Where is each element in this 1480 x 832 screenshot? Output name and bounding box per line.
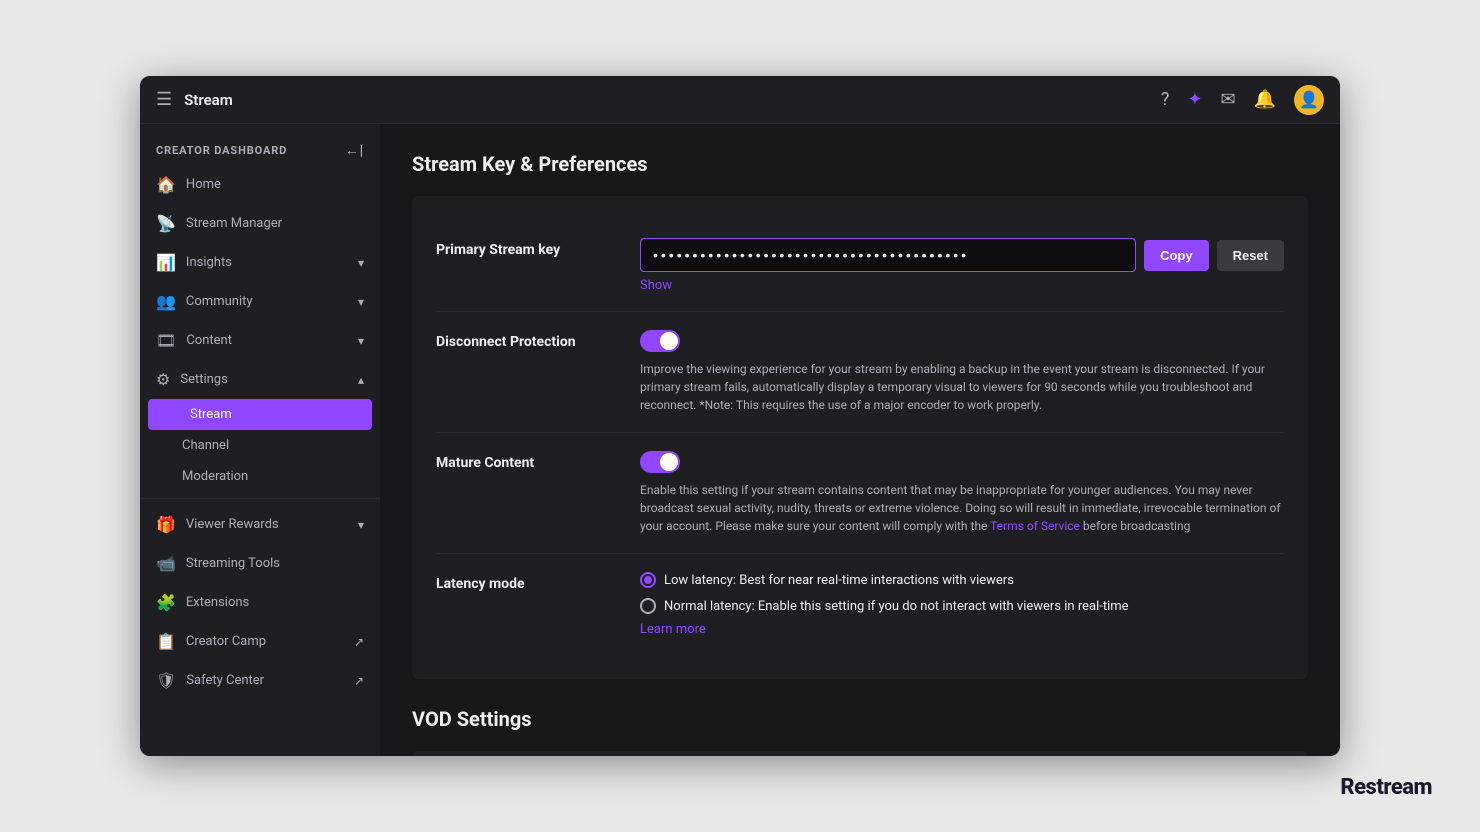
creator-camp-icon: 📋 <box>156 632 176 651</box>
normal-latency-radio[interactable] <box>640 598 656 614</box>
mature-content-label: Mature Content <box>436 451 616 471</box>
community-icon: 👥 <box>156 292 176 311</box>
crown-icon[interactable]: ✦ <box>1187 89 1202 110</box>
chevron-down-icon: ▾ <box>358 295 364 309</box>
stream-manager-icon: 📡 <box>156 214 176 233</box>
settings-icon: ⚙ <box>156 370 170 389</box>
disconnect-protection-toggle[interactable] <box>640 330 680 352</box>
menu-icon[interactable]: ☰ <box>156 89 172 110</box>
latency-radio-group: Low latency: Best for near real-time int… <box>640 572 1284 614</box>
disconnect-protection-label: Disconnect Protection <box>436 330 616 350</box>
collapse-icon[interactable]: ←| <box>345 142 364 159</box>
main-area: CREATOR DASHBOARD ←| 🏠 Home 📡 Stream Man… <box>140 124 1340 756</box>
sidebar-item-creator-camp[interactable]: 📋 Creator Camp ↗ <box>140 622 380 661</box>
external-link-icon: ↗ <box>354 635 364 649</box>
stream-key-card: Primary Stream key Copy Reset Show Disco… <box>412 196 1308 679</box>
sidebar-sub-item-moderation[interactable]: Moderation <box>140 461 380 492</box>
stream-key-row: Copy Reset <box>640 238 1284 272</box>
safety-center-icon: 🛡 <box>156 671 176 690</box>
sidebar-item-extensions[interactable]: 🧩 Extensions <box>140 583 380 622</box>
header-icons: ? ✦ ✉ 🔔 👤 <box>1161 85 1324 115</box>
sidebar-item-safety-center[interactable]: 🛡 Safety Center ↗ <box>140 661 380 700</box>
content-area: Stream Key & Preferences Primary Stream … <box>380 124 1340 756</box>
normal-latency-option[interactable]: Normal latency: Enable this setting if y… <box>640 598 1284 614</box>
sidebar-item-stream-manager[interactable]: 📡 Stream Manager <box>140 204 380 243</box>
sidebar-item-viewer-rewards[interactable]: 🎁 Viewer Rewards ▾ <box>140 505 380 544</box>
app-window: ☰ Stream ? ✦ ✉ 🔔 👤 CREATOR DASHBOARD ←| … <box>140 76 1340 756</box>
external-link-icon: ↗ <box>354 674 364 688</box>
home-icon: 🏠 <box>156 175 176 194</box>
disconnect-protection-row: Disconnect Protection Improve the viewin… <box>436 312 1284 433</box>
primary-stream-key-label: Primary Stream key <box>436 238 616 258</box>
disconnect-toggle-row <box>640 330 1284 352</box>
reset-button[interactable]: Reset <box>1217 240 1284 271</box>
extensions-icon: 🧩 <box>156 593 176 612</box>
show-link[interactable]: Show <box>640 278 672 293</box>
mature-content-toggle[interactable] <box>640 451 680 473</box>
sidebar-item-content[interactable]: 🎞 Content ▾ <box>140 321 380 360</box>
disconnect-protection-control: Improve the viewing experience for your … <box>640 330 1284 414</box>
low-latency-option[interactable]: Low latency: Best for near real-time int… <box>640 572 1284 588</box>
sidebar-sub-item-channel[interactable]: Channel <box>140 430 380 461</box>
sidebar-item-streaming-tools[interactable]: 📹 Streaming Tools <box>140 544 380 583</box>
stream-key-section-title: Stream Key & Preferences <box>412 152 1308 176</box>
titlebar: ☰ Stream ? ✦ ✉ 🔔 👤 <box>140 76 1340 124</box>
sidebar-item-settings[interactable]: ⚙ Settings ▴ <box>140 360 380 399</box>
bell-icon[interactable]: 🔔 <box>1254 89 1276 110</box>
primary-stream-key-control: Copy Reset Show <box>640 238 1284 293</box>
mail-icon[interactable]: ✉ <box>1220 89 1235 110</box>
content-icon: 🎞 <box>156 331 176 350</box>
sidebar-item-home[interactable]: 🏠 Home <box>140 165 380 204</box>
sidebar-item-insights[interactable]: 📊 Insights ▾ <box>140 243 380 282</box>
mature-content-control: Enable this setting if your stream conta… <box>640 451 1284 535</box>
latency-mode-control: Low latency: Best for near real-time int… <box>640 572 1284 637</box>
stream-key-input[interactable] <box>640 238 1136 272</box>
chevron-down-icon: ▾ <box>358 518 364 532</box>
latency-mode-label: Latency mode <box>436 572 616 592</box>
latency-mode-row: Latency mode Low latency: Best for near … <box>436 554 1284 655</box>
learn-more-link[interactable]: Learn more <box>640 622 706 637</box>
viewer-rewards-icon: 🎁 <box>156 515 176 534</box>
mature-content-desc: Enable this setting if your stream conta… <box>640 481 1284 535</box>
restream-label: Restream <box>1340 775 1432 800</box>
avatar[interactable]: 👤 <box>1294 85 1324 115</box>
primary-stream-key-row: Primary Stream key Copy Reset Show <box>436 220 1284 312</box>
insights-icon: 📊 <box>156 253 176 272</box>
sidebar: CREATOR DASHBOARD ←| 🏠 Home 📡 Stream Man… <box>140 124 380 756</box>
chevron-down-icon: ▾ <box>358 334 364 348</box>
copy-button[interactable]: Copy <box>1144 240 1209 271</box>
sidebar-sub-item-stream[interactable]: Stream <box>148 399 372 430</box>
disconnect-protection-desc: Improve the viewing experience for your … <box>640 360 1284 414</box>
chevron-up-icon: ▴ <box>358 373 364 387</box>
vod-section-title: VOD Settings <box>412 707 1308 731</box>
streaming-tools-icon: 📹 <box>156 554 176 573</box>
terms-of-service-link[interactable]: Terms of Service <box>990 519 1080 533</box>
divider <box>140 498 380 499</box>
sidebar-item-community[interactable]: 👥 Community ▾ <box>140 282 380 321</box>
window-title: Stream <box>184 91 1149 109</box>
dashboard-label: CREATOR DASHBOARD ←| <box>140 132 380 165</box>
mature-content-row: Mature Content Enable this setting if yo… <box>436 433 1284 554</box>
vod-card: Store past broadcasts Automatically save… <box>412 751 1308 756</box>
mature-toggle-row <box>640 451 1284 473</box>
chevron-down-icon: ▾ <box>358 256 364 270</box>
help-icon[interactable]: ? <box>1161 89 1170 110</box>
low-latency-radio[interactable] <box>640 572 656 588</box>
